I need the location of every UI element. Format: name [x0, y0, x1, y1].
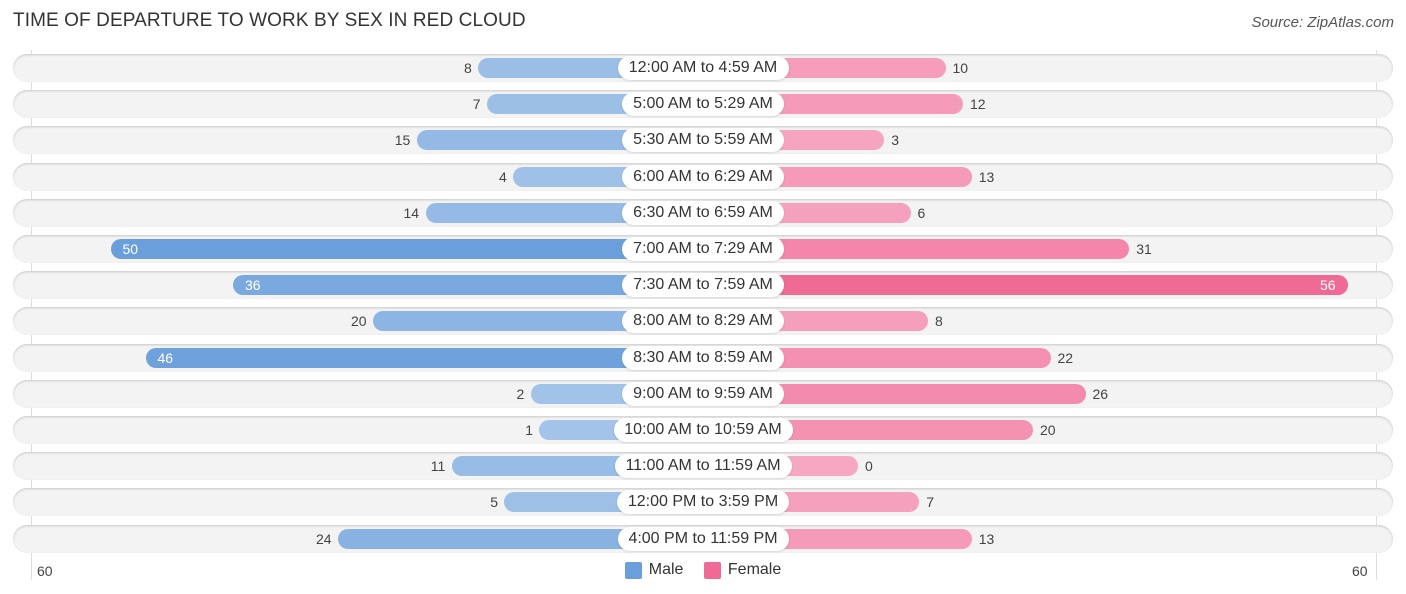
- value-label-female: 10: [952, 60, 969, 76]
- value-label-female: 31: [1136, 241, 1152, 257]
- value-label-female: 8: [935, 313, 943, 330]
- value-label-male: 4: [499, 168, 507, 185]
- category-label: 6:30 AM to 6:59 AM: [622, 200, 784, 225]
- value-label-female: 0: [865, 458, 873, 475]
- category-label: 7:30 AM to 7:59 AM: [622, 273, 784, 298]
- value-label-male: 14: [403, 204, 420, 221]
- category-label: 8:30 AM to 8:59 AM: [622, 345, 784, 370]
- value-label-female: 56: [1320, 277, 1336, 294]
- value-label-male: 46: [157, 349, 174, 366]
- value-label-female: 13: [978, 168, 995, 185]
- category-label: 6:00 AM to 6:29 AM: [622, 164, 784, 189]
- category-label: 8:00 AM to 8:29 AM: [622, 309, 784, 334]
- legend-item-male[interactable]: Male: [624, 561, 684, 579]
- value-label-male: 2: [516, 385, 525, 402]
- legend-swatch-male: [624, 561, 642, 579]
- value-label-female: 13: [978, 530, 995, 547]
- chart-area: 8 10 12:00 AM to 4:59 AM 7 12 5:00 AM to 5:29…: [0, 0, 1406, 594]
- category-label: 10:00 AM to 10:59 AM: [613, 418, 793, 442]
- value-label-male: 36: [245, 277, 261, 294]
- legend-item-female[interactable]: Female: [703, 561, 782, 579]
- value-label-female: 22: [1057, 349, 1074, 366]
- category-label: 5:00 AM to 5:29 AM: [622, 92, 784, 117]
- category-label: 7:00 AM to 7:29 AM: [622, 237, 784, 261]
- value-label-male: 11: [430, 458, 446, 475]
- value-label-female: 7: [926, 494, 935, 511]
- value-label-female: 20: [1040, 422, 1056, 438]
- value-label-male: 20: [351, 313, 367, 330]
- legend-label-female: Female: [727, 561, 782, 578]
- category-label: 12:00 PM to 3:59 PM: [617, 490, 789, 515]
- legend: Male Female: [0, 561, 1406, 584]
- category-label: 4:00 PM to 11:59 PM: [617, 526, 789, 551]
- value-label-female: 6: [917, 204, 926, 221]
- value-label-female: 12: [970, 96, 986, 113]
- category-label: 5:30 AM to 5:59 AM: [622, 128, 784, 153]
- value-label-male: 15: [394, 132, 411, 149]
- bar-female[interactable]: [703, 275, 1348, 296]
- value-label-male: 8: [464, 60, 472, 76]
- value-label-male: 1: [525, 422, 534, 438]
- bar-male[interactable]: [145, 347, 703, 368]
- legend-swatch-female: [703, 561, 721, 579]
- category-label: 11:00 AM to 11:59 AM: [614, 454, 792, 479]
- value-label-male: 7: [472, 96, 481, 113]
- value-label-female: 3: [891, 132, 900, 149]
- category-label: 9:00 AM to 9:59 AM: [622, 381, 784, 406]
- category-label: 12:00 AM to 4:59 AM: [617, 56, 789, 80]
- value-label-female: 26: [1092, 385, 1109, 402]
- value-label-male: 50: [122, 241, 139, 257]
- value-label-male: 24: [316, 530, 332, 547]
- bar-male[interactable]: [110, 239, 703, 259]
- legend-label-male: Male: [648, 561, 684, 578]
- value-label-male: 5: [490, 494, 499, 511]
